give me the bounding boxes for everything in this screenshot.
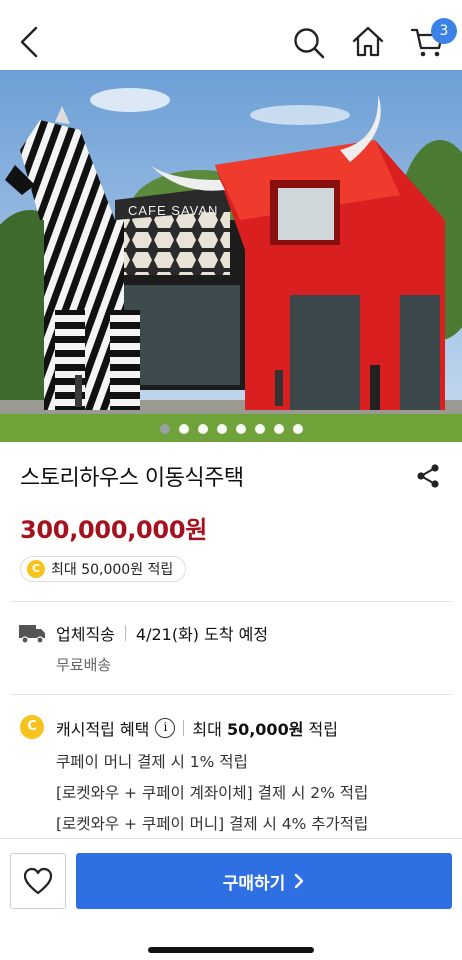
pagination-dot[interactable]	[178, 424, 189, 434]
chevron-left-icon[interactable]	[14, 24, 44, 60]
home-icon[interactable]	[350, 24, 386, 60]
separator	[124, 625, 126, 641]
shipping-info: 업체직송 4/21(화) 도착 예정	[56, 621, 268, 645]
search-icon[interactable]	[292, 26, 326, 60]
share-icon[interactable]	[414, 462, 442, 490]
benefit-amount: 50,000원	[226, 720, 304, 739]
divider	[10, 694, 452, 695]
home-indicator	[148, 947, 314, 953]
heart-icon	[23, 867, 53, 895]
benefit-line: [로켓와우 + 쿠페이 계좌이체] 결제 시 2% 적립	[56, 784, 369, 802]
bottom-action-bar: 구매하기	[0, 838, 462, 960]
chevron-right-icon	[295, 873, 304, 889]
pagination-dot[interactable]	[216, 424, 227, 434]
buy-button[interactable]: 구매하기	[76, 853, 452, 909]
cafe-sign-text: CAFE SAVAN	[128, 203, 218, 218]
top-nav-bar: 3	[0, 0, 462, 70]
benefit-line: 쿠페이 머니 결제 시 1% 적립	[56, 753, 248, 771]
product-price: 300,000,000원	[20, 516, 208, 544]
pagination-dot[interactable]	[235, 424, 246, 434]
benefit-max-label: 최대	[192, 720, 222, 739]
shipping-fee: 무료배송	[56, 656, 112, 674]
image-pagination	[0, 424, 462, 434]
divider	[10, 601, 452, 602]
pagination-dot[interactable]	[273, 424, 284, 434]
cart-count-badge: 3	[431, 18, 457, 44]
coin-icon: C	[20, 715, 44, 739]
wishlist-button[interactable]	[10, 853, 66, 909]
truck-icon	[19, 625, 45, 644]
separator	[183, 720, 185, 736]
arrival-date: 4/21(화) 도착 예정	[135, 625, 269, 644]
shipping-method: 업체직송	[56, 625, 115, 644]
cash-benefit-header: 캐시적립 혜택 i 최대 50,000원 적립	[56, 716, 338, 740]
pagination-dot[interactable]	[159, 424, 170, 434]
coin-icon: C	[27, 560, 45, 578]
benefit-line: [로켓와우 + 쿠페이 머니] 결제 시 4% 추가적립	[56, 815, 369, 833]
benefit-suffix: 적립	[308, 720, 338, 739]
cash-reward-text: 최대 50,000원 적립	[51, 562, 174, 578]
cash-reward-badge: C 최대 50,000원 적립	[20, 556, 187, 582]
product-image[interactable]: CAFE SAVAN	[0, 70, 462, 442]
pagination-dot[interactable]	[197, 424, 208, 434]
product-title: 스토리하우스 이동식주택	[20, 466, 244, 491]
info-icon[interactable]: i	[155, 718, 176, 738]
pagination-dot[interactable]	[292, 424, 303, 434]
benefit-title: 캐시적립 혜택	[56, 720, 150, 739]
pagination-dot[interactable]	[254, 424, 265, 434]
buy-button-label: 구매하기	[222, 873, 286, 893]
